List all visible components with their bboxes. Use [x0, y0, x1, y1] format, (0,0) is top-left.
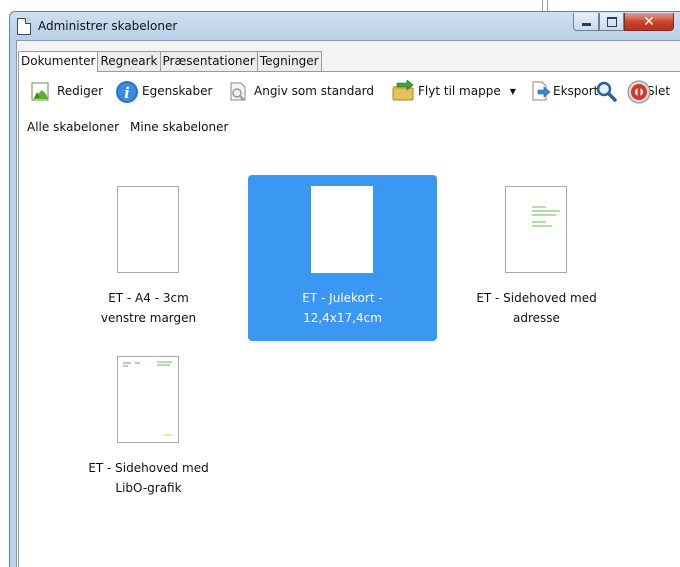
- edit-button[interactable]: Rediger: [30, 80, 103, 102]
- window-title: Administrer skabeloner: [38, 19, 178, 33]
- template-manager-window: Administrer skabeloner ✕ Dokumenter Regn…: [9, 11, 680, 567]
- filter-my-templates[interactable]: Mine skabeloner: [130, 120, 228, 134]
- minimize-icon: [581, 23, 591, 26]
- template-item[interactable]: ET - Sidehoved med LibO-grafik: [54, 345, 243, 511]
- close-button[interactable]: ✕: [624, 13, 674, 31]
- edit-label: Rediger: [57, 84, 104, 98]
- move-to-folder-label: Flyt til mappe: [418, 84, 501, 98]
- template-thumbnail: [311, 186, 373, 273]
- minimize-button[interactable]: [573, 13, 599, 31]
- tab-regneark[interactable]: Regneark: [97, 51, 161, 71]
- set-default-button[interactable]: Angiv som standard: [227, 80, 374, 102]
- libo-header-graphic: [123, 361, 172, 436]
- template-item[interactable]: ET - Sidehoved med adresse: [442, 175, 631, 341]
- close-icon: ✕: [643, 13, 655, 30]
- toolbar: Rediger i Egenskaber Angiv som standard …: [19, 72, 680, 108]
- template-thumbnail: [117, 186, 179, 273]
- export-icon: [530, 80, 552, 102]
- template-filter: Alle skabeloner Mine skabeloner: [27, 120, 228, 134]
- tab-bar: Dokumenter Regneark Præsentationer Tegni…: [18, 51, 322, 72]
- template-name: ET - Julekort - 12,4x17,4cm: [302, 291, 383, 325]
- template-name: ET - Sidehoved med adresse: [476, 291, 597, 325]
- maximize-button[interactable]: [599, 13, 624, 31]
- template-item[interactable]: ET - A4 - 3cm venstre margen: [54, 175, 243, 341]
- chevron-down-icon[interactable]: ▼: [510, 87, 516, 96]
- edit-icon: [30, 80, 52, 102]
- search-icon: [595, 80, 617, 102]
- document-icon: [17, 18, 31, 35]
- move-to-folder-icon: [391, 79, 414, 102]
- template-thumbnail: [117, 356, 179, 443]
- template-name: ET - A4 - 3cm venstre margen: [100, 291, 197, 325]
- tab-praesentationer[interactable]: Præsentationer: [159, 51, 258, 71]
- delete-button[interactable]: Slet: [627, 80, 670, 104]
- title-bar[interactable]: Administrer skabeloner ✕: [10, 12, 680, 40]
- address-header-graphic: [532, 206, 560, 227]
- move-to-folder-button[interactable]: Flyt til mappe ▼: [391, 79, 516, 102]
- set-default-label: Angiv som standard: [254, 84, 375, 98]
- filter-all-templates[interactable]: Alle skabeloner: [27, 120, 119, 134]
- tab-dokumenter[interactable]: Dokumenter: [18, 51, 99, 72]
- search-button[interactable]: [595, 80, 622, 102]
- delete-icon: [627, 80, 651, 104]
- svg-text:i: i: [124, 84, 130, 102]
- properties-button[interactable]: i Egenskaber: [115, 80, 213, 103]
- maximize-icon: [606, 16, 617, 27]
- template-item-selected[interactable]: ET - Julekort - 12,4x17,4cm: [248, 175, 437, 341]
- template-name: ET - Sidehoved med LibO-grafik: [88, 461, 209, 495]
- properties-label: Egenskaber: [142, 84, 213, 98]
- template-thumbnail: [505, 186, 567, 273]
- tab-tegninger[interactable]: Tegninger: [256, 51, 322, 71]
- set-default-icon: [227, 80, 249, 102]
- dialog-client-area: Dokumenter Regneark Præsentationer Tegni…: [16, 40, 680, 567]
- documents-tab-panel: Rediger i Egenskaber Angiv som standard …: [18, 71, 680, 567]
- info-icon: i: [115, 80, 138, 103]
